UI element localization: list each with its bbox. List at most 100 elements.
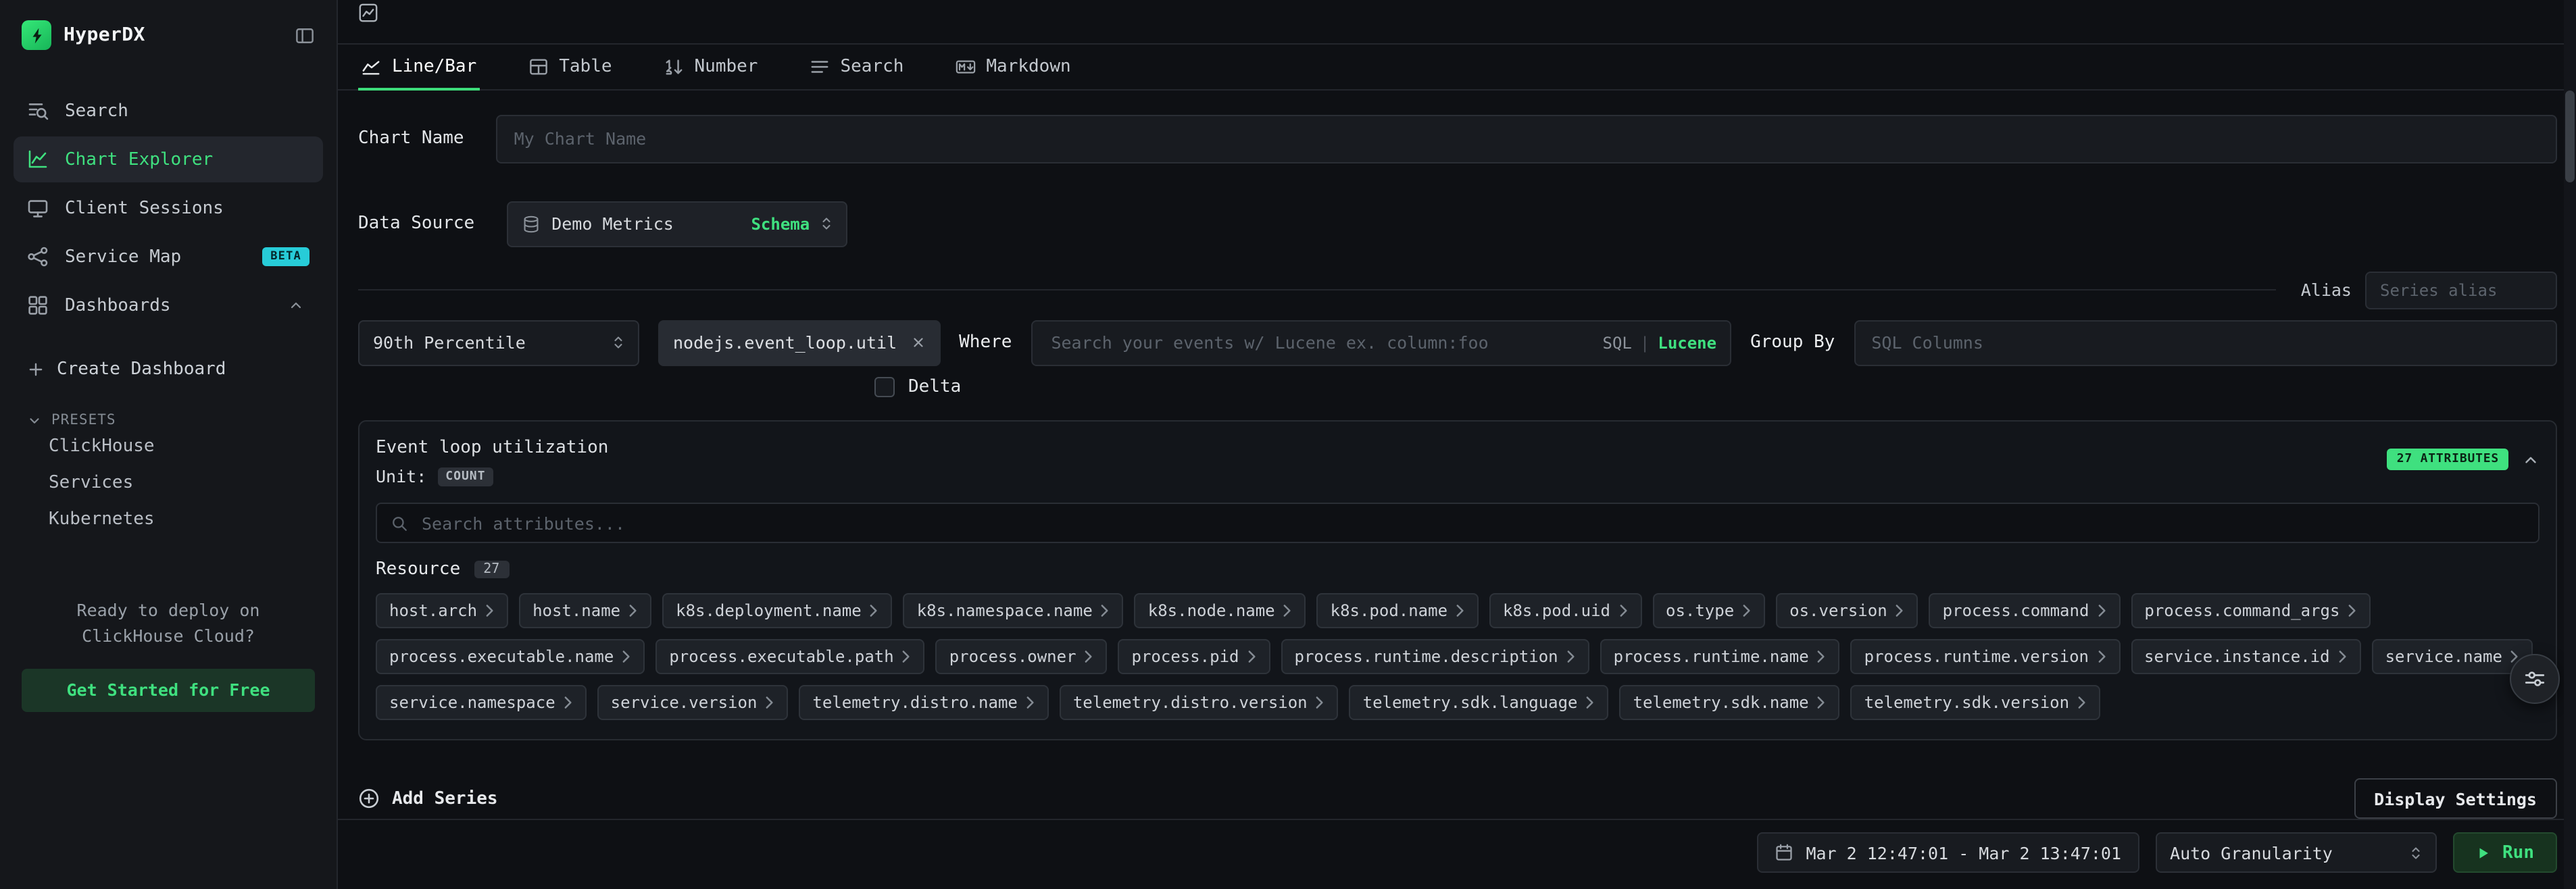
preset-item-services[interactable]: Services [14, 465, 323, 501]
attribute-pill[interactable]: host.name [519, 593, 651, 628]
attribute-pill[interactable]: process.executable.name [376, 639, 645, 674]
attribute-pill[interactable]: service.namespace [376, 685, 587, 720]
attribute-pill[interactable]: k8s.pod.name [1317, 593, 1479, 628]
time-range-picker[interactable]: Mar 2 12:47:01 - Mar 2 13:47:01 [1757, 832, 2139, 873]
display-settings-button[interactable]: Display Settings [2354, 778, 2557, 819]
chart-type-tabs: Line/Bar Table Number Search [338, 45, 2576, 91]
attribute-pill[interactable]: k8s.deployment.name [662, 593, 893, 628]
attribute-pill[interactable]: k8s.pod.uid [1489, 593, 1641, 628]
presets-header[interactable]: PRESETS [14, 412, 323, 428]
chart-name-input[interactable] [497, 114, 2557, 163]
sidebar-item-dashboards[interactable]: Dashboards [14, 282, 323, 328]
attribute-pill[interactable]: process.command [1929, 593, 2121, 628]
metric-tag-label: nodejs.event_loop.util [673, 332, 897, 353]
scrollbar-track[interactable] [2564, 0, 2576, 889]
preset-label: ClickHouse [49, 436, 155, 457]
area-chart-icon [361, 57, 381, 77]
attribute-name: k8s.deployment.name [676, 601, 862, 620]
sidebar-item-service-map[interactable]: Service Map BETA [14, 234, 323, 280]
where-input[interactable] [1048, 331, 1591, 354]
list-icon [809, 57, 829, 77]
attribute-pill[interactable]: process.runtime.name [1600, 639, 1840, 674]
data-source-select[interactable]: Demo Metrics Schema [507, 201, 847, 247]
preset-label: Kubernetes [49, 509, 155, 530]
filters-floating-button[interactable] [2510, 654, 2560, 704]
tab-line-bar[interactable]: Line/Bar [358, 45, 479, 89]
attribute-name: k8s.pod.name [1331, 601, 1447, 620]
query-language-toggle[interactable]: SQL | Lucene [1603, 333, 1717, 352]
sidebar-collapse-icon[interactable] [295, 25, 315, 45]
lucene-toggle[interactable]: Lucene [1658, 333, 1716, 352]
create-dashboard-button[interactable]: Create Dashboard [14, 350, 323, 388]
attribute-name: service.version [611, 693, 758, 712]
attribute-name: process.command [1943, 601, 2089, 620]
sql-toggle[interactable]: SQL [1603, 333, 1632, 352]
metric-tag[interactable]: nodejs.event_loop.util [658, 320, 940, 365]
sidebar-item-label: Search [65, 101, 128, 121]
attribute-pill[interactable]: process.executable.path [655, 639, 924, 674]
sidebar-item-client-sessions[interactable]: Client Sessions [14, 185, 323, 231]
tab-number[interactable]: Number [661, 45, 761, 89]
alias-label: Alias [2301, 280, 2352, 300]
time-range-value: Mar 2 12:47:01 - Mar 2 13:47:01 [1806, 842, 2121, 863]
attribute-pill[interactable]: process.runtime.description [1281, 639, 1589, 674]
delta-label: Delta [908, 378, 961, 398]
attribute-pill[interactable]: service.instance.id [2131, 639, 2361, 674]
schema-link[interactable]: Schema [751, 214, 810, 233]
chevron-right-icon [1085, 650, 1094, 663]
panel-collapse-icon[interactable] [2522, 451, 2540, 468]
preset-item-clickhouse[interactable]: ClickHouse [14, 428, 323, 465]
chevron-right-icon [622, 650, 631, 663]
chevron-right-icon [1817, 696, 1827, 709]
attribute-pill[interactable]: telemetry.distro.name [799, 685, 1048, 720]
attribute-pill[interactable]: process.pid [1118, 639, 1270, 674]
sidebar-item-search[interactable]: Search [14, 88, 323, 134]
attribute-pill[interactable]: telemetry.sdk.language [1349, 685, 1609, 720]
metric-attributes-panel: Event loop utilization Unit: COUNT 27 AT… [358, 420, 2557, 740]
granularity-select[interactable]: Auto Granularity [2155, 832, 2436, 873]
get-started-button[interactable]: Get Started for Free [22, 669, 315, 712]
attribute-pill[interactable]: host.arch [376, 593, 508, 628]
tab-table[interactable]: Table [525, 45, 614, 89]
add-series-label: Add Series [392, 788, 498, 809]
attribute-list: host.arch host.name k8s.deployment.name [376, 593, 2540, 720]
alias-input[interactable] [2365, 271, 2557, 309]
delta-checkbox[interactable] [874, 378, 895, 398]
cloud-promo-text: Ready to deploy on ClickHouse Cloud? [0, 597, 337, 650]
attribute-pill[interactable]: telemetry.sdk.version [1851, 685, 2100, 720]
tab-markdown[interactable]: Markdown [952, 45, 1073, 89]
attribute-pill[interactable]: telemetry.distro.version [1060, 685, 1339, 720]
attribute-pill[interactable]: os.version [1776, 593, 1918, 628]
attribute-name: telemetry.sdk.language [1363, 693, 1578, 712]
remove-metric-icon[interactable] [910, 335, 925, 350]
attribute-pill[interactable]: telemetry.sdk.name [1620, 685, 1840, 720]
chevron-right-icon [2097, 604, 2106, 617]
scrollbar-thumb[interactable] [2565, 91, 2575, 182]
chevron-up-icon[interactable] [288, 297, 304, 313]
attribute-name: telemetry.sdk.name [1633, 693, 1809, 712]
attribute-pill[interactable]: process.owner [936, 639, 1108, 674]
attribute-pill[interactable]: os.type [1652, 593, 1765, 628]
sidebar-item-chart-explorer[interactable]: Chart Explorer [14, 136, 323, 182]
search-icon [391, 514, 408, 532]
attribute-pill[interactable]: k8s.namespace.name [903, 593, 1124, 628]
attribute-pill[interactable]: k8s.node.name [1135, 593, 1306, 628]
attribute-pill[interactable]: service.name [2372, 639, 2533, 674]
add-series-button[interactable]: Add Series [358, 788, 498, 809]
sidebar-item-label: Client Sessions [65, 198, 224, 218]
attribute-name: k8s.pod.uid [1503, 601, 1610, 620]
attribute-pill[interactable]: process.command_args [2131, 593, 2371, 628]
series-row: 90th Percentile nodejs.event_loop.util W… [358, 320, 2557, 365]
run-button[interactable]: Run [2452, 832, 2557, 873]
delta-row: Delta [874, 374, 2557, 401]
tab-search[interactable]: Search [806, 45, 906, 89]
chevron-right-icon [1026, 696, 1035, 709]
attribute-search-input[interactable] [419, 511, 2525, 534]
chevron-right-icon [1456, 604, 1465, 617]
attribute-pill[interactable]: process.runtime.version [1851, 639, 2120, 674]
group-by-input[interactable] [1854, 320, 2557, 365]
attribute-search-wrapper [376, 503, 2540, 543]
preset-item-kubernetes[interactable]: Kubernetes [14, 501, 323, 538]
aggregation-select[interactable]: 90th Percentile [358, 320, 639, 365]
attribute-pill[interactable]: service.version [597, 685, 789, 720]
